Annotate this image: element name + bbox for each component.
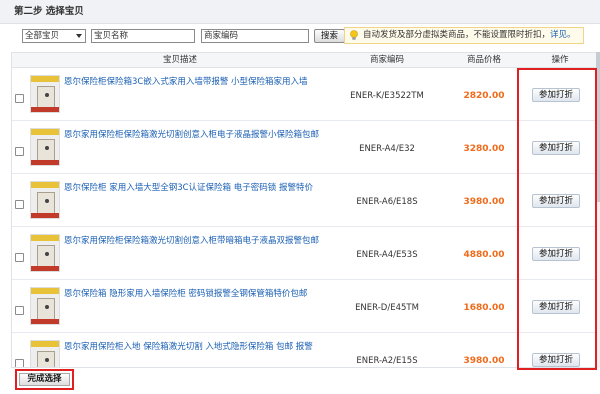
table-row: 恩尔保险柜保险箱3C嵌入式家用入墙带报警 小型保险箱家用入墙 ENER-K/E3…: [12, 69, 600, 121]
merchant-code: ENER-K/E3522TM: [350, 91, 424, 101]
product-thumbnail[interactable]: [30, 234, 60, 272]
merchant-code: ENER-A4/E32: [359, 144, 415, 154]
search-button[interactable]: 搜索: [314, 29, 346, 43]
product-thumbnail[interactable]: [30, 75, 60, 113]
row-checkbox[interactable]: [15, 94, 24, 103]
notice-details-link[interactable]: 详见。: [550, 30, 576, 40]
product-thumbnail[interactable]: [30, 340, 60, 367]
finish-selection-button[interactable]: 完成选择: [19, 373, 70, 386]
product-title-link[interactable]: 恩尔家用保险柜入地 保险箱激光切割 入地式隐形保险箱 包邮 报警: [64, 342, 364, 353]
notice-banner: 自动发货及部分虚拟类商品，不能设置限时折扣，详见。: [344, 27, 584, 44]
product-thumbnail[interactable]: [30, 287, 60, 325]
product-title-link[interactable]: 恩尔家用保险柜保险箱激光切割创意入柜电子液晶报警小保险箱包邮: [64, 130, 364, 141]
header-price: 商品价格: [466, 55, 501, 65]
product-price: 3980.00: [463, 356, 505, 366]
header-action: 操作: [551, 55, 569, 65]
item-name-input[interactable]: 宝贝名称: [91, 29, 195, 43]
category-select[interactable]: 全部宝贝: [22, 29, 86, 43]
done-button-highlight: 完成选择: [15, 369, 74, 390]
merchant-code: ENER-A4/E53S: [356, 250, 418, 260]
table-row: 恩尔保险柜 家用入墙大型全钢3C认证保险箱 电子密码锁 报警特价 ENER-A6…: [12, 175, 600, 227]
table-header: 宝贝描述 商家编码 商品价格 操作: [12, 53, 600, 68]
row-checkbox[interactable]: [15, 306, 24, 315]
product-price: 1680.00: [463, 303, 505, 313]
action-column-highlight: [517, 68, 597, 370]
product-title-link[interactable]: 恩尔家用保险柜保险箱激光切割创意入柜带暗箱电子液晶双报警包邮: [64, 236, 364, 247]
merchant-code: ENER-A6/E18S: [356, 197, 418, 207]
row-checkbox[interactable]: [15, 359, 24, 367]
row-checkbox[interactable]: [15, 200, 24, 209]
search-toolbar: 全部宝贝 宝贝名称 商家编码 搜索: [22, 29, 346, 43]
chevron-down-icon: [76, 34, 82, 38]
lightbulb-icon: [350, 30, 358, 40]
row-checkbox[interactable]: [15, 147, 24, 156]
table-row: 恩尔家用保险柜保险箱激光切割创意入柜电子液晶报警小保险箱包邮 ENER-A4/E…: [12, 122, 600, 174]
table-row: 恩尔家用保险柜入地 保险箱激光切割 入地式隐形保险箱 包邮 报警 ENER-A2…: [12, 334, 600, 367]
table-row: 恩尔保险箱 隐形家用入墙保险柜 密码锁报警全钢保管箱特价包邮 ENER-D/E4…: [12, 281, 600, 333]
row-checkbox[interactable]: [15, 253, 24, 262]
merchant-code: ENER-A2/E15S: [356, 356, 418, 366]
merchant-code: ENER-D/E45TM: [355, 303, 419, 313]
product-thumbnail[interactable]: [30, 128, 60, 166]
product-price: 3980.00: [463, 197, 505, 207]
product-title-link[interactable]: 恩尔保险柜 家用入墙大型全钢3C认证保险箱 电子密码锁 报警特价: [64, 183, 364, 194]
product-table: 宝贝描述 商家编码 商品价格 操作 恩尔保险柜保险箱3C嵌入式家用入墙带报警 小…: [11, 52, 600, 368]
product-price: 4880.00: [463, 250, 505, 260]
header-desc: 宝贝描述: [162, 55, 197, 65]
product-thumbnail[interactable]: [30, 181, 60, 219]
table-row: 恩尔家用保险柜保险箱激光切割创意入柜带暗箱电子液晶双报警包邮 ENER-A4/E…: [12, 228, 600, 280]
merchant-code-input[interactable]: 商家编码: [201, 29, 309, 43]
product-price: 2820.00: [463, 91, 505, 101]
step-title: 第二步 选择宝贝: [0, 0, 600, 24]
header-code: 商家编码: [369, 55, 404, 65]
product-price: 3280.00: [463, 144, 505, 154]
product-title-link[interactable]: 恩尔保险箱 隐形家用入墙保险柜 密码锁报警全钢保管箱特价包邮: [64, 289, 364, 300]
category-select-value: 全部宝贝: [25, 31, 60, 41]
notice-text: 自动发货及部分虚拟类商品，不能设置限时折扣，: [363, 30, 551, 40]
product-title-link[interactable]: 恩尔保险柜保险箱3C嵌入式家用入墙带报警 小型保险箱家用入墙: [64, 77, 364, 88]
